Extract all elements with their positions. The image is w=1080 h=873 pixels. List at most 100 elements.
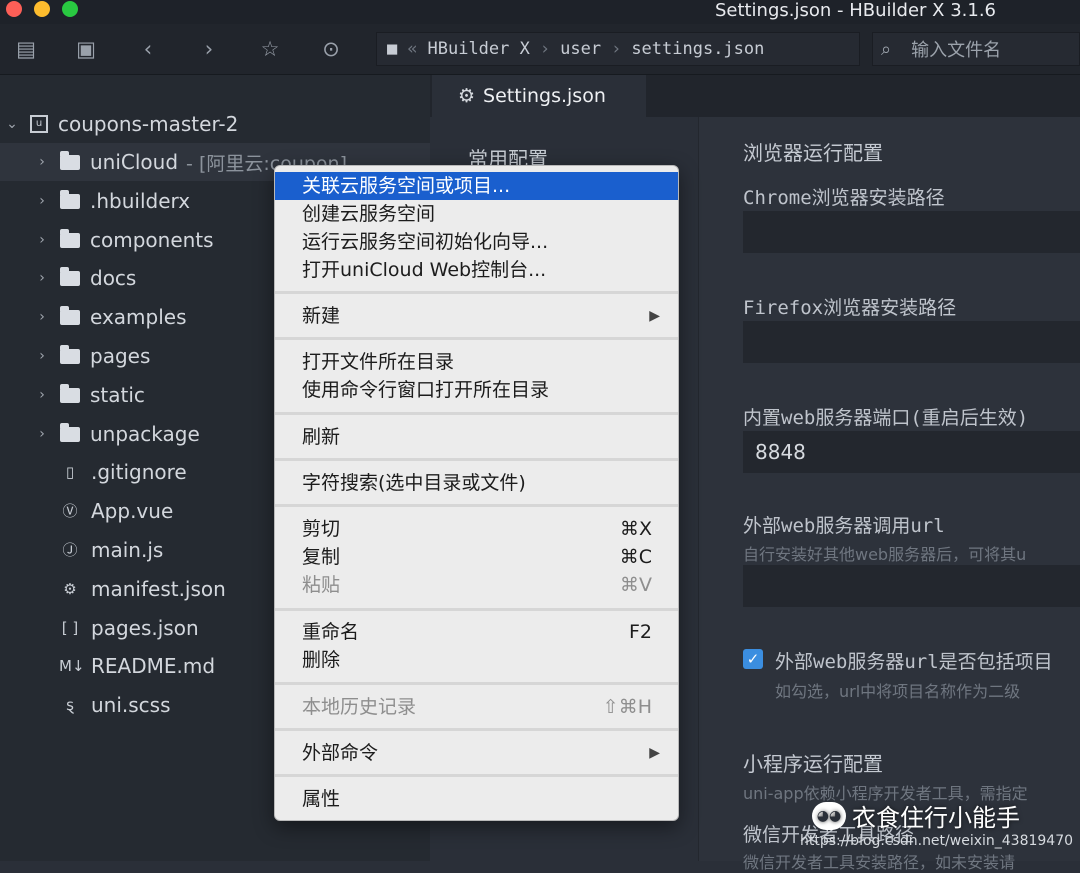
project-name: coupons-master-2 [58,112,239,136]
watermark: ◕◕ 衣食住行小能手 [812,798,1020,833]
scss-file-icon: ȿ [66,696,74,714]
breadcrumb-item[interactable]: HBuilder X [428,39,530,59]
search-placeholder: 输入文件名 [911,40,1002,61]
search-file-icon: ⌕ [881,38,892,60]
submenu-arrow-icon: ▶ [649,745,660,761]
js-file-icon: Ⓙ [62,541,78,559]
file-icon: ▯ [65,463,75,481]
menu-item-rename[interactable]: 重命名 F2 [275,618,678,646]
tree-item-label: uniCloud [90,150,179,174]
chevron-right-icon: › [611,39,622,59]
project-root[interactable]: ⌄ u coupons-master-2 [0,105,430,143]
menu-item-link-cloud-space[interactable]: 关联云服务空间或项目... [275,172,678,200]
browser-section-heading: 浏览器运行配置 [743,141,883,165]
menu-item-init-wizard[interactable]: 运行云服务空间初始化向导... [275,228,678,256]
gear-icon: ⚙ [458,85,476,107]
server-port-input[interactable]: 8848 [743,431,1080,473]
menu-item-open-directory[interactable]: 打开文件所在目录 [275,348,678,376]
chevron-right-icon: › [39,309,45,325]
watermark-name: 衣食住行小能手 [852,804,1020,832]
settings-panel: 浏览器运行配置 Chrome浏览器安装路径 Firefox浏览器安装路径 内置w… [698,117,1080,872]
chevron-right-icon: › [539,39,551,59]
chrome-path-input[interactable] [743,211,1080,253]
menu-item-delete[interactable]: 删除 [275,646,678,674]
menu-separator [275,728,678,731]
save-icon[interactable]: ▣ [73,36,99,62]
new-file-icon[interactable]: ▤ [13,36,39,62]
breadcrumb-item[interactable]: user [560,39,601,59]
manifest-file-icon: ⚙ [63,580,77,598]
menu-separator [275,774,678,777]
tree-item-label: manifest.json [91,577,226,601]
context-menu: 关联云服务空间或项目... 创建云服务空间 运行云服务空间初始化向导... 打开… [274,165,679,821]
editor-tabbar: ⚙ Settings.json [430,75,1080,117]
cloud-folder-icon [60,150,80,170]
tree-item-label: pages [90,344,151,368]
back-icon[interactable]: ‹ [135,36,161,62]
chevron-right-icon: › [39,270,45,286]
star-icon[interactable]: ☆ [257,36,283,62]
tree-item-label: static [90,383,145,407]
menu-item-refresh[interactable]: 刷新 [275,423,678,451]
tree-item-label: README.md [91,654,216,678]
project-icon: u [30,115,48,133]
tree-item-label: main.js [91,538,164,562]
tree-item-label: .gitignore [91,460,187,484]
chevron-right-icon: › [39,348,45,364]
menu-separator [275,458,678,461]
menu-item-new[interactable]: 新建 ▶ [275,302,678,330]
external-url-label: 外部web服务器调用url [743,515,945,537]
menu-item-copy[interactable]: 复制 ⌘C [275,543,678,571]
wechat-logo-icon: ◕◕ [812,801,846,830]
tree-item-label: unpackage [90,422,200,446]
folder-icon: ■ [387,39,398,59]
forward-icon[interactable]: › [196,36,222,62]
folder-icon [60,344,80,364]
folder-icon [60,305,80,325]
include-project-checkbox[interactable]: ✓ [743,649,763,669]
window-title: Settings.json - HBuilder X 3.1.6 [714,0,996,21]
folder-icon [60,422,80,442]
menu-item-local-history[interactable]: 本地历史记录 ⇧⌘H [275,693,678,721]
file-search-input[interactable]: ⌕ 输入文件名 [872,32,1080,66]
folder-icon [60,383,80,403]
tab-label: Settings.json [483,85,606,107]
menu-separator [275,682,678,685]
include-project-description: 如勾选，url中将项目名称作为二级 [775,682,1021,701]
menu-item-search[interactable]: 字符搜索(选中目录或文件) [275,469,678,497]
menu-item-external-commands[interactable]: 外部命令 ▶ [275,739,678,767]
tree-item-label: docs [90,266,137,290]
menu-separator [275,412,678,415]
tree-item-label: pages.json [91,616,199,640]
firefox-path-input[interactable] [743,321,1080,363]
breadcrumb-item[interactable]: settings.json [631,39,764,59]
breadcrumb: ■ « HBuilder X › user › settings.json [376,32,860,66]
tree-item-label: examples [90,305,187,329]
vue-file-icon: Ⓥ [62,502,78,520]
menu-item-properties[interactable]: 属性 [275,785,678,813]
menu-item-open-web-console[interactable]: 打开uniCloud Web控制台... [275,256,678,284]
submenu-arrow-icon: ▶ [649,308,660,324]
markdown-file-icon: M↓ [59,657,85,675]
chevron-right-icon: › [39,232,45,248]
folder-icon [60,189,80,209]
chevron-right-icon: › [39,426,45,442]
menu-item-cut[interactable]: 剪切 ⌘X [275,515,678,543]
miniprogram-section-heading: 小程序运行配置 [743,752,883,776]
menu-separator [275,337,678,340]
folder-icon [60,266,80,286]
run-icon[interactable]: ⊙ [318,36,344,62]
firefox-path-label: Firefox浏览器安装路径 [743,297,957,319]
menu-item-open-in-terminal[interactable]: 使用命令行窗口打开所在目录 [275,376,678,404]
tree-item-label: uni.scss [91,693,171,717]
tab-settings-json[interactable]: ⚙ Settings.json [432,75,646,117]
close-window-button[interactable] [6,1,22,17]
menu-item-create-cloud-space[interactable]: 创建云服务空间 [275,200,678,228]
minimize-window-button[interactable] [34,1,50,17]
menu-item-paste[interactable]: 粘贴 ⌘V [275,571,678,599]
server-port-label: 内置web服务器端口(重启后生效) [743,407,1029,429]
menu-separator [275,608,678,611]
external-url-input[interactable] [743,565,1080,607]
maximize-window-button[interactable] [62,1,78,17]
tree-item-label: .hbuilderx [90,189,191,213]
